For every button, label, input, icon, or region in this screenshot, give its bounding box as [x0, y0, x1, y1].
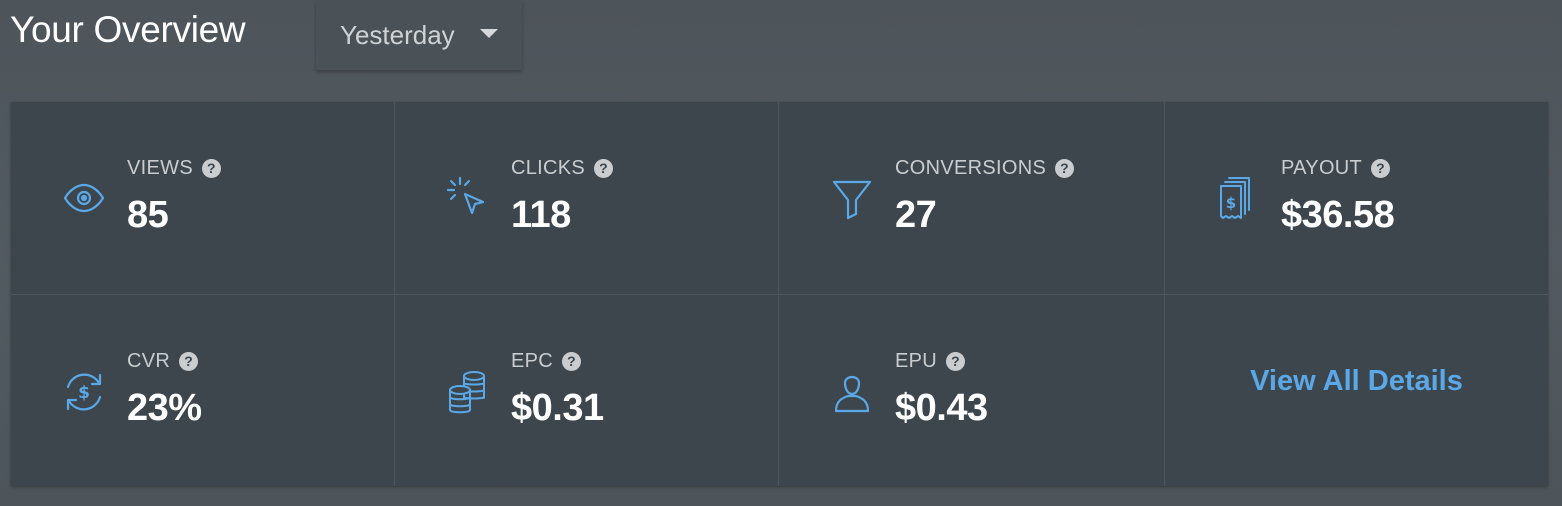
period-dropdown[interactable]: Yesterday	[316, 0, 522, 70]
stat-value: 27	[895, 194, 937, 236]
stat-card-payout: $ PAYOUT ? $36.58	[1165, 102, 1548, 295]
help-icon[interactable]: ?	[1371, 159, 1391, 178]
stat-label-text: EPU	[895, 350, 938, 372]
stat-label: EPC ?	[511, 350, 582, 373]
receipts-dollar-icon: $	[1213, 174, 1263, 224]
stat-label: EPU ?	[895, 350, 966, 373]
stat-label-text: VIEWS	[127, 157, 193, 179]
funnel-icon	[827, 174, 877, 224]
overview-header: Your Overview Yesterday	[10, 0, 1550, 72]
stat-card-epc: EPC ? $0.31	[395, 295, 779, 486]
help-icon[interactable]: ?	[201, 159, 221, 178]
help-icon[interactable]: ?	[179, 352, 199, 371]
svg-text:$: $	[1226, 194, 1236, 212]
help-icon[interactable]: ?	[1055, 159, 1075, 178]
stat-value: $0.43	[895, 387, 988, 429]
stat-label: PAYOUT ?	[1281, 157, 1391, 180]
period-dropdown-value: Yesterday	[340, 20, 455, 50]
dollar-cycle-icon: $	[59, 367, 109, 417]
view-all-details-link[interactable]: View All Details	[1165, 365, 1548, 398]
stat-card-views: VIEWS ? 85	[11, 102, 395, 295]
view-all-cell: View All Details	[1165, 295, 1548, 486]
stat-card-cvr: $ CVR ? 23%	[11, 295, 395, 486]
stat-card-clicks: CLICKS ? 118	[395, 102, 779, 295]
stat-label-text: CONVERSIONS	[895, 157, 1047, 179]
caret-down-icon	[480, 29, 498, 38]
stat-value: 85	[127, 194, 169, 236]
help-icon[interactable]: ?	[946, 352, 966, 371]
help-icon[interactable]: ?	[562, 352, 582, 371]
user-icon	[827, 367, 877, 417]
stat-card-epu: EPU ? $0.43	[779, 295, 1165, 486]
stat-value: $36.58	[1281, 194, 1395, 236]
cursor-click-icon	[443, 174, 493, 224]
stat-value: 118	[511, 194, 571, 236]
stats-panel: VIEWS ? 85 CLICKS ? 118 CONVERSIONS ? 27…	[11, 102, 1548, 486]
stat-label: CONVERSIONS ?	[895, 157, 1075, 180]
stat-label-text: CVR	[127, 350, 171, 372]
stat-label-text: PAYOUT	[1281, 157, 1363, 179]
stat-card-conversions: CONVERSIONS ? 27	[779, 102, 1165, 295]
svg-text:$: $	[78, 383, 90, 403]
stat-label: CLICKS ?	[511, 157, 614, 180]
stat-label-text: EPC	[511, 350, 554, 372]
stat-label: VIEWS ?	[127, 157, 221, 180]
help-icon[interactable]: ?	[594, 159, 614, 178]
stat-value: $0.31	[511, 387, 604, 429]
stat-label-text: CLICKS	[511, 157, 586, 179]
page-title: Your Overview	[10, 9, 246, 50]
coin-stack-icon	[443, 367, 493, 417]
stat-value: 23%	[127, 387, 202, 429]
eye-icon	[59, 174, 109, 224]
stat-label: CVR ?	[127, 350, 199, 373]
